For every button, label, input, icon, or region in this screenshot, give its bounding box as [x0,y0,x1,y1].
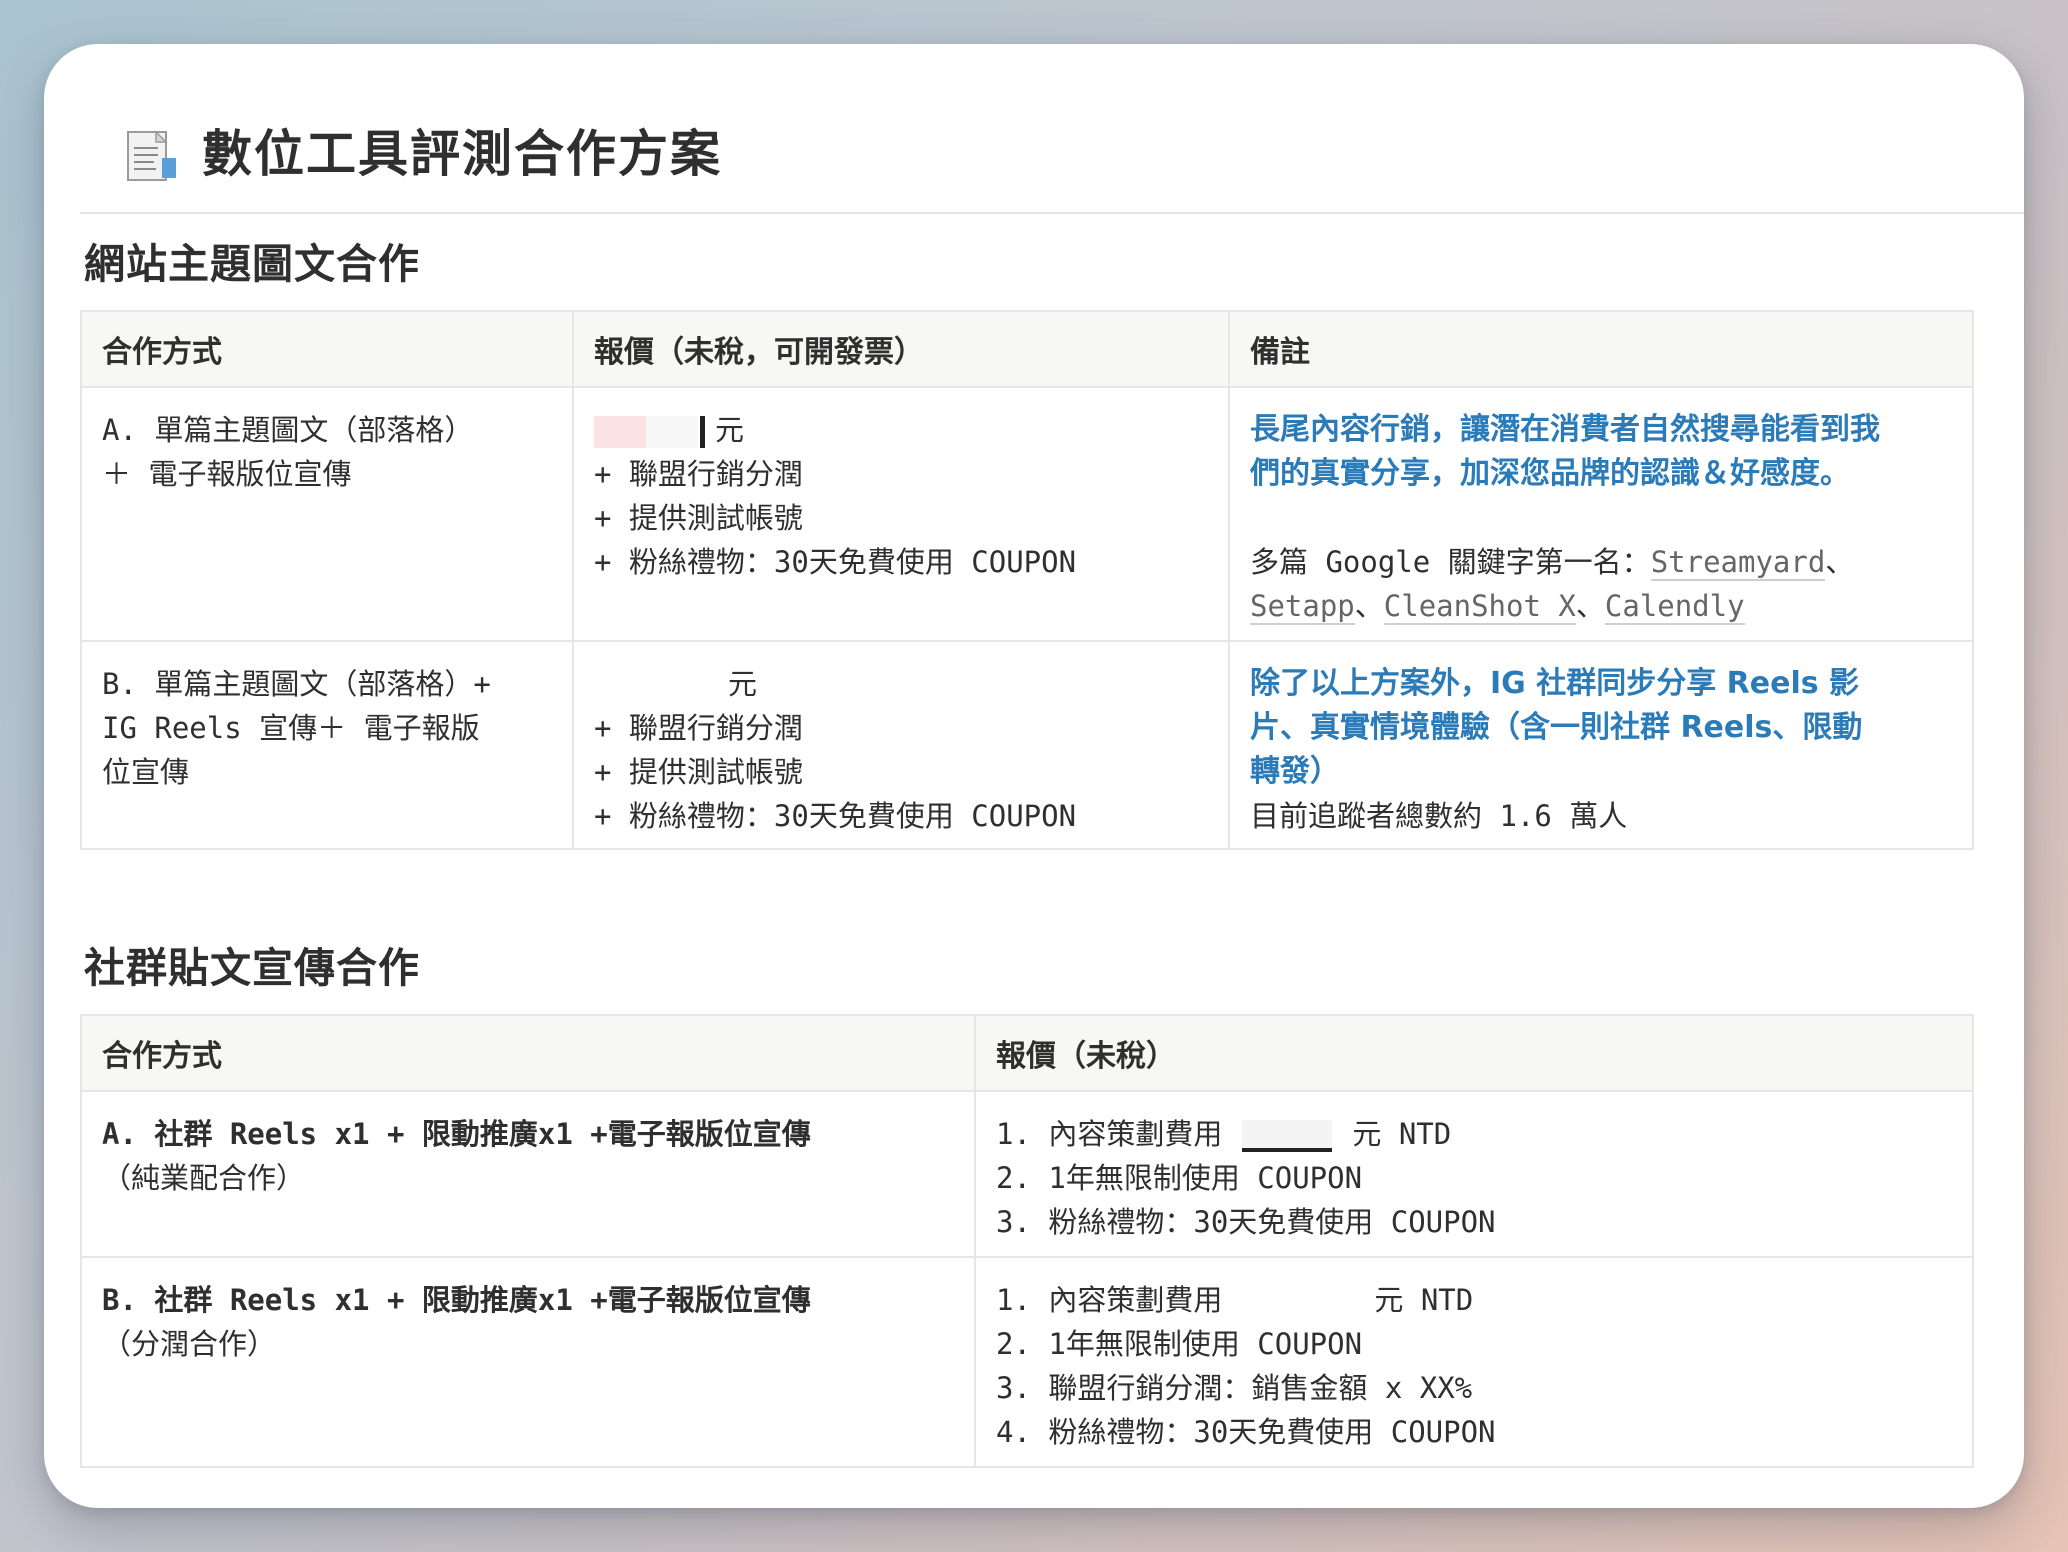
price-item: + 粉絲禮物：30天免費使用 COUPON [594,799,1077,833]
price-item-label: 1. 內容策劃費用 [996,1283,1223,1317]
method-cell: B. 單篇主題圖文（部落格）+ IG Reels 宣傳＋ 電子報版 位宣傳 [80,640,574,850]
header-note: 備註 [1228,310,1974,388]
price-unit: 元 [728,667,758,701]
price-item: + 粉絲禮物：30天免費使用 COUPON [594,545,1077,579]
method-line: 位宣傳 [102,755,190,789]
price-item: + 提供測試帳號 [594,501,803,535]
follower-count: 目前追蹤者總數約 1.6 萬人 [1250,799,1628,833]
link-calendly[interactable]: Calendly [1604,589,1745,625]
price-unit: 元 [715,413,745,447]
price-item: 2. 1年無限制使用 COUPON [996,1161,1363,1195]
note-highlight: 長尾內容行銷，讓潛在消費者自然搜尋能看到我 [1250,412,1880,447]
section-title-social: 社群貼文宣傳合作 [84,944,420,992]
method-title: A. 社群 Reels x1 + 限動推廣x1 +電子報版位宣傳 [102,1117,811,1151]
header-price: 報價（未稅） [974,1014,1974,1092]
page-title: 數位工具評測合作方案 [202,125,722,183]
method-line: ＋ 電子報版位宣傳 [102,457,352,491]
table-row: B. 社群 Reels x1 + 限動推廣x1 +電子報版位宣傳 （分潤合作） … [80,1256,1974,1468]
method-cell: A. 社群 Reels x1 + 限動推廣x1 +電子報版位宣傳 （純業配合作） [80,1090,976,1258]
method-title: B. 社群 Reels x1 + 限動推廣x1 +電子報版位宣傳 [102,1283,811,1317]
price-item: 3. 聯盟行銷分潤：銷售金額 x XX% [996,1371,1473,1405]
note-cell: 除了以上方案外，IG 社群同步分享 Reels 影 片、真實情境體驗（含一則社群… [1228,640,1974,850]
price-line: 元 [594,408,1208,452]
note-prefix: 多篇 Google 關鍵字第一名： [1250,545,1651,579]
price-unit: 元 NTD [1374,1283,1474,1317]
table-header-row: 合作方式 報價（未稅） [80,1014,1974,1092]
document-card: 數位工具評測合作方案 網站主題圖文合作 合作方式 報價（未稅，可開發票） 備註 … [44,44,2024,1508]
price-item: 4. 粉絲禮物：30天免費使用 COUPON [996,1415,1496,1449]
price-cell: 1. 內容策劃費用 元 NTD 2. 1年無限制使用 COUPON 3. 聯盟行銷… [974,1256,1974,1468]
table-row: A. 社群 Reels x1 + 限動推廣x1 +電子報版位宣傳 （純業配合作）… [80,1090,1974,1258]
method-cell: B. 社群 Reels x1 + 限動推廣x1 +電子報版位宣傳 （分潤合作） [80,1256,976,1468]
note-keywords-2: Setapp、CleanShot X、Calendly [1250,589,1745,625]
document-icon [127,130,176,181]
link-cleanshot[interactable]: CleanShot X [1383,589,1576,625]
note-highlight: 片、真實情境體驗（含一則社群 Reels、限動 [1250,710,1863,745]
table-row: A. 單篇主題圖文（部落格） ＋ 電子報版位宣傳 元 + 聯盟行銷分潤 + 提供… [80,386,1974,642]
note-highlight: 們的真實分享，加深您品牌的認識＆好感度。 [1250,456,1850,491]
price-item: 2. 1年無限制使用 COUPON [996,1327,1363,1361]
price-item: + 聯盟行銷分潤 [594,457,803,491]
note-highlight: 轉發） [1250,754,1340,789]
header-method: 合作方式 [80,310,574,388]
price-cell: 1. 內容策劃費用 元 NTD 2. 1年無限制使用 COUPON 3. 粉絲禮物… [974,1090,1974,1258]
website-cooperation-table: 合作方式 報價（未稅，可開發票） 備註 A. 單篇主題圖文（部落格） ＋ 電子報… [80,310,1974,850]
price-item: 3. 粉絲禮物：30天免費使用 COUPON [996,1205,1496,1239]
method-cell: A. 單篇主題圖文（部落格） ＋ 電子報版位宣傳 [80,386,574,642]
method-line: A. 單篇主題圖文（部落格） [102,413,474,447]
price-item: + 提供測試帳號 [594,755,803,789]
header-method: 合作方式 [80,1014,976,1092]
section-title-website: 網站主題圖文合作 [84,240,420,288]
price-line: 1. 內容策劃費用 元 NTD [996,1112,1952,1156]
note-cell: 長尾內容行銷，讓潛在消費者自然搜尋能看到我 們的真實分享，加深您品牌的認識＆好感… [1228,386,1974,642]
method-line: B. 單篇主題圖文（部落格）+ [102,667,491,701]
note-highlight: 除了以上方案外，IG 社群同步分享 Reels 影 [1250,666,1860,701]
price-unit: 元 NTD [1352,1117,1452,1151]
header-price: 報價（未稅，可開發票） [572,310,1230,388]
price-line: 元 [594,662,1208,706]
table-row: B. 單篇主題圖文（部落格）+ IG Reels 宣傳＋ 電子報版 位宣傳 元 … [80,640,1974,850]
method-subtitle: （純業配合作） [102,1161,306,1195]
social-cooperation-table: 合作方式 報價（未稅） A. 社群 Reels x1 + 限動推廣x1 +電子報… [80,1014,1974,1468]
price-item: + 聯盟行銷分潤 [594,711,803,745]
price-item-label: 1. 內容策劃費用 [996,1117,1223,1151]
price-cell: 元 + 聯盟行銷分潤 + 提供測試帳號 + 粉絲禮物：30天免費使用 COUPO… [572,386,1230,642]
link-streamyard[interactable]: Streamyard [1650,545,1826,581]
method-line: IG Reels 宣傳＋ 電子報版 [102,711,480,745]
page-header: 數位工具評測合作方案 [80,80,2024,214]
price-cell: 元 + 聯盟行銷分潤 + 提供測試帳號 + 粉絲禮物：30天免費使用 COUPO… [572,640,1230,850]
price-line: 1. 內容策劃費用 元 NTD [996,1278,1952,1322]
method-subtitle: （分潤合作） [102,1327,277,1361]
table-header-row: 合作方式 報價（未稅，可開發票） 備註 [80,310,1974,388]
note-keywords: 多篇 Google 關鍵字第一名：Streamyard、 [1250,545,1855,581]
link-setapp[interactable]: Setapp [1250,589,1355,625]
